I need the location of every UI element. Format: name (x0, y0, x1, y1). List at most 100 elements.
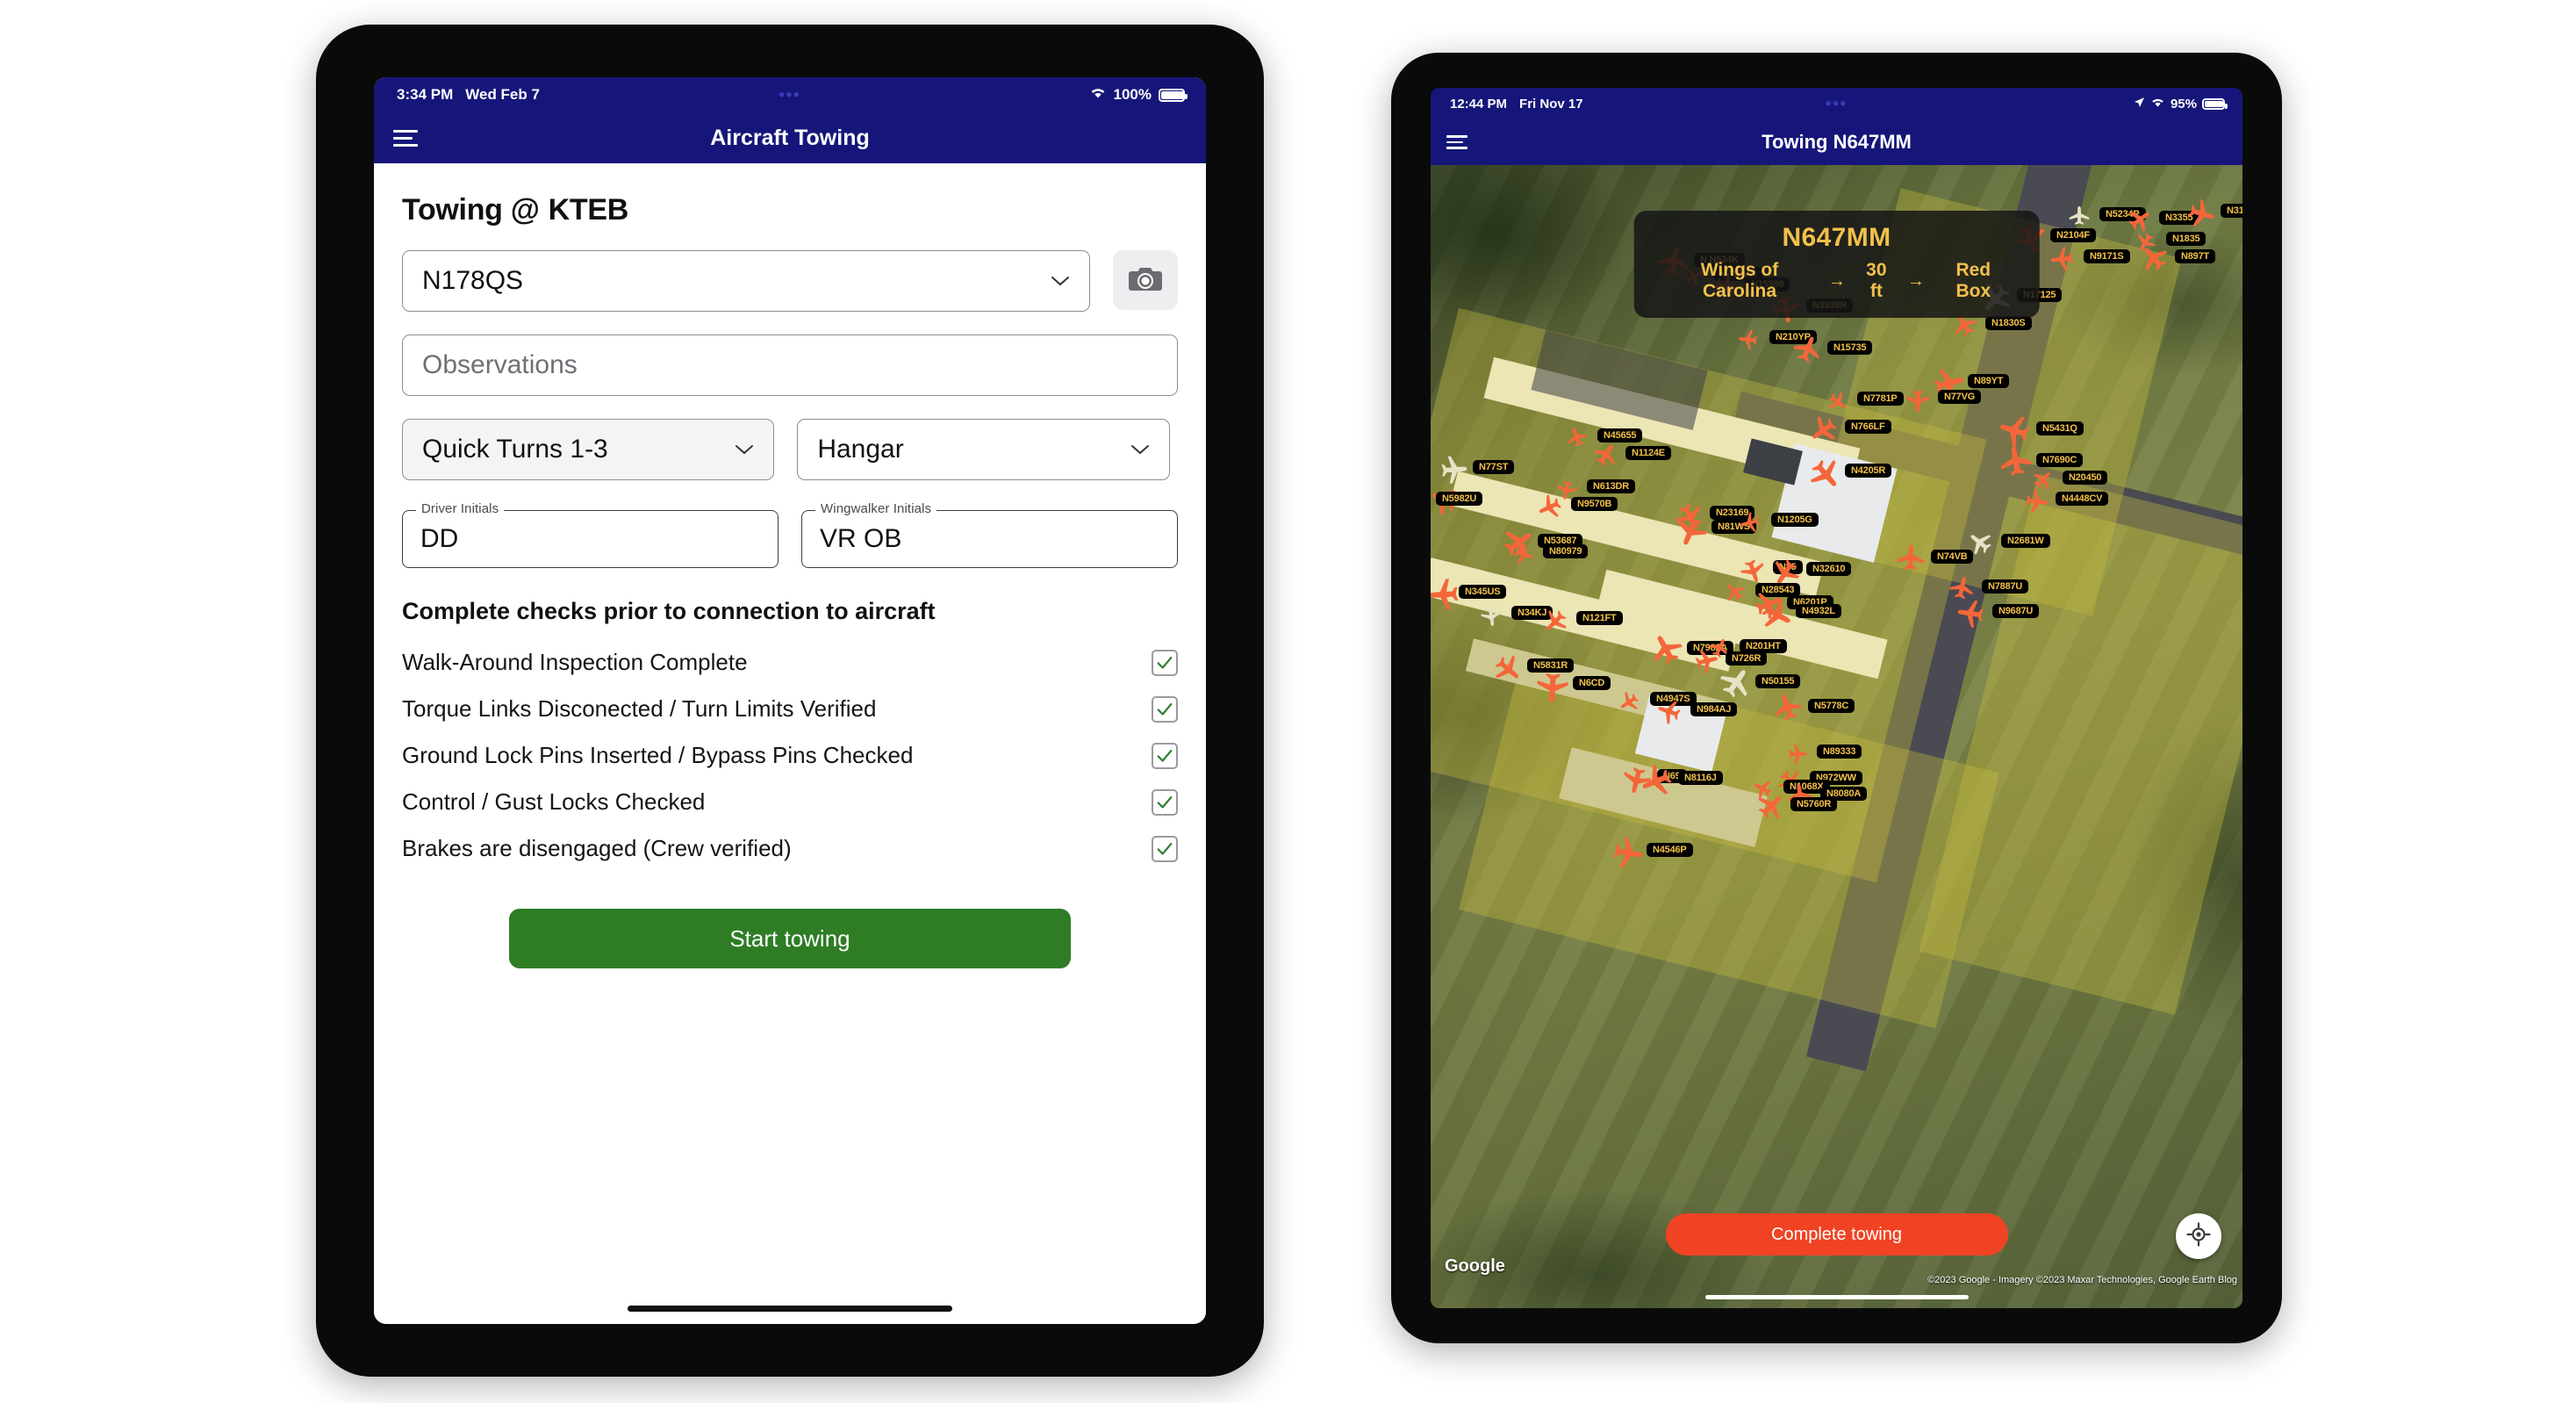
aircraft-tail-label[interactable]: N74VB (1931, 550, 1974, 564)
location-arrow-icon (2134, 97, 2145, 112)
aircraft-tail-label[interactable]: N50155 (1755, 674, 1801, 688)
aircraft-tail-label[interactable]: N121FT (1576, 611, 1623, 625)
hamburger-menu-icon[interactable] (1446, 135, 1467, 149)
aircraft-tail-label[interactable]: N8116J (1678, 771, 1723, 785)
home-indicator (1704, 1295, 1969, 1299)
driver-initials-field[interactable]: Driver Initials DD (402, 501, 779, 568)
destination-select[interactable]: Hangar (797, 419, 1170, 480)
checklist-item-label: Brakes are disengaged (Crew verified) (402, 835, 792, 861)
checklist-item-label: Control / Gust Locks Checked (402, 788, 706, 815)
aircraft-tail-label[interactable]: N5431Q (2036, 421, 2084, 435)
aircraft-tail-label[interactable]: N4947S (1650, 692, 1697, 706)
checklist-row[interactable]: Walk-Around Inspection Complete (402, 639, 1178, 686)
aircraft-tail-label[interactable]: N15735 (1827, 341, 1873, 355)
aircraft-tail-label[interactable]: N89333 (1817, 745, 1862, 759)
aircraft-tail-label[interactable]: N984AJ (1690, 702, 1738, 716)
camera-button[interactable] (1113, 250, 1178, 310)
checklist-checkbox[interactable] (1152, 788, 1178, 816)
wifi-icon (2150, 97, 2165, 112)
aircraft-tail-label[interactable]: N1205G (1771, 513, 1819, 527)
checklist-row[interactable]: Brakes are disengaged (Crew verified) (402, 825, 1178, 872)
aircraft-tail-label[interactable]: N1124E (1625, 446, 1671, 460)
aircraft-tail-label[interactable]: N2681W (2001, 534, 2050, 548)
aircraft-tail-label[interactable]: N3355 (2159, 211, 2199, 225)
status-time: 3:34 PM (397, 86, 454, 103)
aircraft-tail-label[interactable]: N7690C (2036, 453, 2084, 467)
battery-percent: 95% (2170, 96, 2197, 112)
checklist-row[interactable]: Ground Lock Pins Inserted / Bypass Pins … (402, 732, 1178, 779)
aircraft-tail-label[interactable]: N20450 (2063, 471, 2108, 485)
checklist-heading: Complete checks prior to connection to a… (402, 598, 936, 624)
aircraft-tail-label[interactable]: N312 (2221, 204, 2242, 218)
aircraft-tail-label[interactable]: N726R (1726, 651, 1768, 666)
aircraft-tail-label[interactable]: N5778C (1808, 699, 1855, 713)
checklist-checkbox[interactable] (1152, 695, 1178, 723)
banner-distance: 30 ft (1866, 260, 1887, 301)
origin-value: Quick Turns 1-3 (422, 435, 608, 464)
aircraft-tail-label[interactable]: N5234P (2099, 207, 2146, 221)
aircraft-tail-label[interactable]: N89YT (1968, 374, 2010, 388)
tail-number-select[interactable]: N178QS (402, 250, 1090, 312)
aircraft-tail-label[interactable]: N5760R (1790, 797, 1838, 811)
aircraft-tail-label[interactable]: N80979 (1543, 544, 1589, 558)
driver-initials-value: DD (402, 510, 779, 568)
aircraft-tail-label[interactable]: N6CD (1573, 676, 1611, 690)
aircraft-tail-label[interactable]: N4546P (1647, 843, 1693, 857)
aircraft-tail-label[interactable]: N9687U (1992, 604, 2040, 618)
status-time: 12:44 PM (1450, 96, 1508, 112)
complete-towing-button[interactable]: Complete towing (1665, 1213, 2008, 1256)
aircraft-tail-label[interactable]: N77ST (1473, 460, 1515, 474)
hamburger-menu-icon[interactable] (393, 129, 418, 147)
aircraft-tail-label[interactable]: N897T (2175, 249, 2216, 263)
checklist-checkbox[interactable] (1152, 649, 1178, 676)
aircraft-tail-label[interactable]: N1830S (1985, 316, 2032, 330)
aircraft-tail-label[interactable]: N9570B (1571, 497, 1618, 511)
aircraft-tail-label[interactable]: N613DR (1587, 479, 1635, 493)
start-towing-button[interactable]: Start towing (509, 909, 1071, 968)
aircraft-tail-label[interactable]: N23169 (1710, 506, 1755, 520)
wingwalker-initials-field[interactable]: Wingwalker Initials VR OB (801, 501, 1178, 568)
origin-select[interactable]: Quick Turns 1-3 (402, 419, 775, 480)
aircraft-tail-label[interactable]: N81WS (1711, 520, 1756, 534)
checklist-item-label: Torque Links Disconected / Turn Limits V… (402, 695, 877, 722)
my-location-icon (2186, 1221, 2211, 1251)
aircraft-tail-label[interactable]: N2104F (2050, 228, 2096, 242)
aircraft-tail-label[interactable]: N77VG (1938, 390, 1982, 404)
aircraft-tail-label[interactable]: N4205R (1845, 464, 1892, 478)
aircraft-tail-label[interactable]: N4448CV (2056, 492, 2109, 506)
aircraft-tail-label[interactable]: N4932L (1796, 604, 1841, 618)
checklist-checkbox[interactable] (1152, 742, 1178, 769)
aircraft-tail-label[interactable]: N45655 (1597, 428, 1643, 442)
aircraft-tail-label[interactable]: N766LF (1845, 420, 1891, 434)
aircraft-tail-label[interactable]: N5982U (1436, 492, 1483, 506)
aircraft-tail-label[interactable]: N1835 (2166, 232, 2206, 246)
tablet-device-right: 12:44 PM Fri Nov 17 ••• 95% Towing N647M… (1391, 53, 2282, 1343)
app-title: Towing N647MM (1762, 131, 1912, 153)
app-bar-left: Aircraft Towing (374, 112, 1206, 163)
page-title: Towing @ KTEB (402, 193, 1178, 227)
dynamic-island-dots: ••• (779, 85, 801, 104)
checklist-checkbox[interactable] (1152, 835, 1178, 862)
checklist-row[interactable]: Torque Links Disconected / Turn Limits V… (402, 686, 1178, 732)
battery-icon (1159, 88, 1188, 102)
dynamic-island-dots: ••• (1826, 94, 1848, 112)
airport-map[interactable]: N5234PN3355N312N2104FN1835N9171SN897TN N… (1431, 165, 2242, 1308)
aircraft-tail-label[interactable]: N32610 (1806, 562, 1852, 576)
my-location-button[interactable] (2176, 1213, 2221, 1259)
destination-value: Hangar (817, 435, 904, 464)
tablet-left-screen: 3:34 PM Wed Feb 7 ••• 100% Aircraft Towi… (374, 77, 1206, 1324)
status-date: Wed Feb 7 (465, 86, 540, 103)
chevron-down-icon (735, 440, 754, 459)
aircraft-tail-label[interactable]: N9171S (2084, 249, 2130, 263)
aircraft-tail-label[interactable]: N7887U (1982, 579, 2029, 594)
aircraft-tail-label[interactable]: N5831R (1527, 658, 1575, 673)
checklist-row[interactable]: Control / Gust Locks Checked (402, 779, 1178, 825)
aircraft-tail-label[interactable]: N7781P (1857, 392, 1904, 406)
tail-number-value: N178QS (422, 266, 524, 295)
aircraft-tail-label[interactable]: N34KJ (1511, 606, 1553, 620)
app-title: Aircraft Towing (710, 125, 870, 150)
aircraft-tail-label[interactable]: N85 (1773, 560, 1803, 574)
aircraft-tail-label[interactable]: N345US (1459, 585, 1507, 599)
observations-input[interactable]: Observations (402, 335, 1178, 396)
aircraft-tail-label[interactable]: N210YP (1769, 330, 1817, 344)
